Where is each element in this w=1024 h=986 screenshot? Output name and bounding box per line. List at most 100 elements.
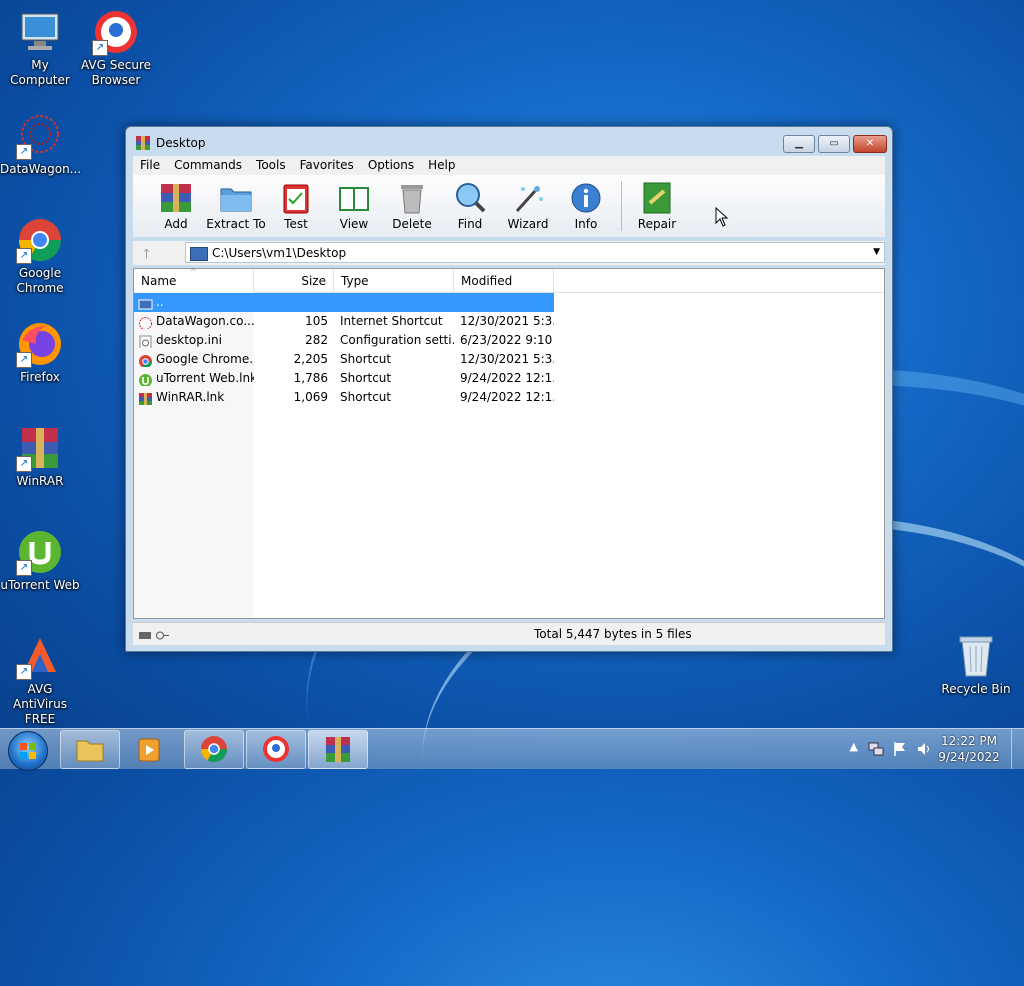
- minimize-icon: ▁: [795, 138, 803, 149]
- menu-bar: File Commands Tools Favorites Options He…: [133, 156, 885, 175]
- start-button[interactable]: [8, 731, 48, 771]
- desktop-icon-my-computer[interactable]: My Computer: [0, 8, 80, 88]
- desktop-icon-label: WinRAR: [16, 474, 64, 488]
- add-label: Add: [164, 217, 188, 231]
- computer-icon: [16, 8, 64, 56]
- extract-to-button[interactable]: Extract To: [205, 175, 267, 237]
- wizard-button[interactable]: Wizard: [499, 175, 557, 237]
- magnifier-icon: [453, 181, 487, 215]
- menu-commands[interactable]: Commands: [167, 156, 249, 175]
- table-row-parent[interactable]: ..: [134, 293, 554, 312]
- column-modified-label: Modified: [461, 274, 513, 288]
- row-type: Shortcut: [340, 390, 392, 404]
- repair-label: Repair: [637, 217, 677, 231]
- clock[interactable]: 12:22 PM 9/24/2022: [934, 733, 1004, 765]
- add-button[interactable]: Add: [147, 175, 205, 237]
- desktop-icon-datawagon[interactable]: ↗ DataWagon...: [0, 112, 82, 177]
- menu-tools[interactable]: Tools: [249, 156, 293, 175]
- menu-options[interactable]: Options: [361, 156, 421, 175]
- taskbar-media-player[interactable]: [122, 730, 176, 769]
- desktop-icon-avg-antivirus[interactable]: ↗ AVG AntiVirus FREE: [0, 632, 80, 727]
- up-arrow-icon[interactable]: 🡑: [143, 245, 150, 267]
- show-hidden-icons-icon[interactable]: ▲: [850, 740, 858, 753]
- desktop-icon-label: My Computer: [10, 58, 70, 87]
- address-input[interactable]: C:\Users\vm1\Desktop ▼: [185, 242, 885, 263]
- desktop-icon-firefox[interactable]: ↗ Firefox: [0, 320, 80, 385]
- test-clipboard-icon: [279, 181, 313, 215]
- find-button[interactable]: Find: [441, 175, 499, 237]
- clock-date: 9/24/2022: [938, 750, 1000, 764]
- column-modified[interactable]: Modified: [454, 269, 554, 292]
- dropdown-arrow-icon[interactable]: ▼: [873, 247, 880, 257]
- toolbar-separator: [621, 181, 622, 231]
- row-type: Shortcut: [340, 352, 392, 366]
- toolbar: Add Extract To Test View Delete Find Wiz…: [133, 175, 885, 237]
- menu-help[interactable]: Help: [421, 156, 462, 175]
- desktop-icon-recycle-bin[interactable]: Recycle Bin: [936, 632, 1016, 697]
- folder-icon: [76, 740, 104, 762]
- table-row[interactable]: WinRAR.lnk 1,069 Shortcut 9/24/2022 12:1…: [134, 388, 884, 407]
- winrar-icon: [326, 737, 350, 762]
- table-row[interactable]: desktop.ini 282 Configuration setti... 6…: [134, 331, 884, 350]
- row-modified: 9/24/2022 12:1...: [460, 371, 554, 385]
- taskbar-winrar[interactable]: [308, 730, 368, 769]
- desktop-icon-utorrent-web[interactable]: ↗ uTorrent Web: [0, 528, 80, 593]
- action-center-flag-icon[interactable]: [892, 741, 908, 757]
- winrar-icon: [138, 390, 153, 405]
- repair-button[interactable]: Repair: [628, 175, 686, 237]
- view-button[interactable]: View: [325, 175, 383, 237]
- menu-file[interactable]: File: [133, 156, 167, 175]
- show-desktop-button[interactable]: [1011, 729, 1024, 769]
- desktop-icon-winrar[interactable]: ↗ WinRAR: [0, 424, 80, 489]
- row-size: 1,786: [293, 371, 328, 385]
- menu-favorites[interactable]: Favorites: [293, 156, 361, 175]
- clock-time: 12:22 PM: [941, 734, 997, 748]
- taskbar-chrome[interactable]: [184, 730, 244, 769]
- table-row[interactable]: Google Chrome.... 2,205 Shortcut 12/30/2…: [134, 350, 884, 369]
- row-size: 282: [305, 333, 328, 347]
- delete-button[interactable]: Delete: [383, 175, 441, 237]
- minimize-button[interactable]: ▁: [783, 135, 815, 153]
- desktop-icon-google-chrome[interactable]: ↗ Google Chrome: [0, 216, 80, 296]
- desktop-icon-label: DataWagon...: [0, 162, 82, 176]
- wizard-wand-icon: [511, 181, 545, 215]
- recycle-bin-icon: [952, 632, 1000, 680]
- media-player-icon: [138, 738, 160, 762]
- address-path: C:\Users\vm1\Desktop: [212, 246, 347, 260]
- winrar-icon: ↗: [16, 424, 64, 472]
- row-modified: 9/24/2022 12:1...: [460, 390, 554, 404]
- mouse-cursor-icon: [715, 207, 729, 227]
- delete-label: Delete: [392, 217, 432, 231]
- utorrent-icon: [138, 371, 153, 386]
- test-button[interactable]: Test: [267, 175, 325, 237]
- taskbar-avg-browser[interactable]: [246, 730, 306, 769]
- info-button[interactable]: Info: [557, 175, 615, 237]
- table-row[interactable]: uTorrent Web.lnk 1,786 Shortcut 9/24/202…: [134, 369, 884, 388]
- file-list[interactable]: Name ^ Size Type Modified .. DataWagon.c…: [133, 267, 885, 619]
- volume-icon[interactable]: [916, 741, 932, 757]
- taskbar-explorer[interactable]: [60, 730, 120, 769]
- view-label: View: [339, 217, 369, 231]
- extract-to-label: Extract To: [206, 217, 266, 231]
- table-row[interactable]: DataWagon.co... 105 Internet Shortcut 12…: [134, 312, 884, 331]
- column-size[interactable]: Size: [254, 269, 334, 292]
- info-icon: [569, 181, 603, 215]
- config-file-icon: [138, 333, 153, 348]
- status-text: Total 5,447 bytes in 5 files: [534, 627, 692, 641]
- window-title: Desktop: [156, 136, 206, 150]
- desktop-icon-avg-secure-browser[interactable]: ↗ AVG Secure Browser: [76, 8, 156, 88]
- desktop-icon-label: Recycle Bin: [941, 682, 1011, 696]
- title-bar[interactable]: Desktop ▁ ▭ ✕: [126, 127, 892, 157]
- close-button[interactable]: ✕: [853, 135, 887, 153]
- desktop-folder-icon: [190, 247, 208, 261]
- row-modified: 12/30/2021 5:3...: [460, 314, 554, 328]
- desktop-icon-label: Google Chrome: [16, 266, 64, 295]
- row-size: 1,069: [293, 390, 328, 404]
- maximize-button[interactable]: ▭: [818, 135, 850, 153]
- avg-browser-icon: [263, 736, 289, 762]
- row-modified: 12/30/2021 5:3...: [460, 352, 554, 366]
- column-type[interactable]: Type: [334, 269, 454, 292]
- column-name[interactable]: Name ^: [134, 267, 254, 292]
- shortcut-arrow-icon: ↗: [16, 352, 32, 368]
- network-icon[interactable]: [868, 741, 884, 757]
